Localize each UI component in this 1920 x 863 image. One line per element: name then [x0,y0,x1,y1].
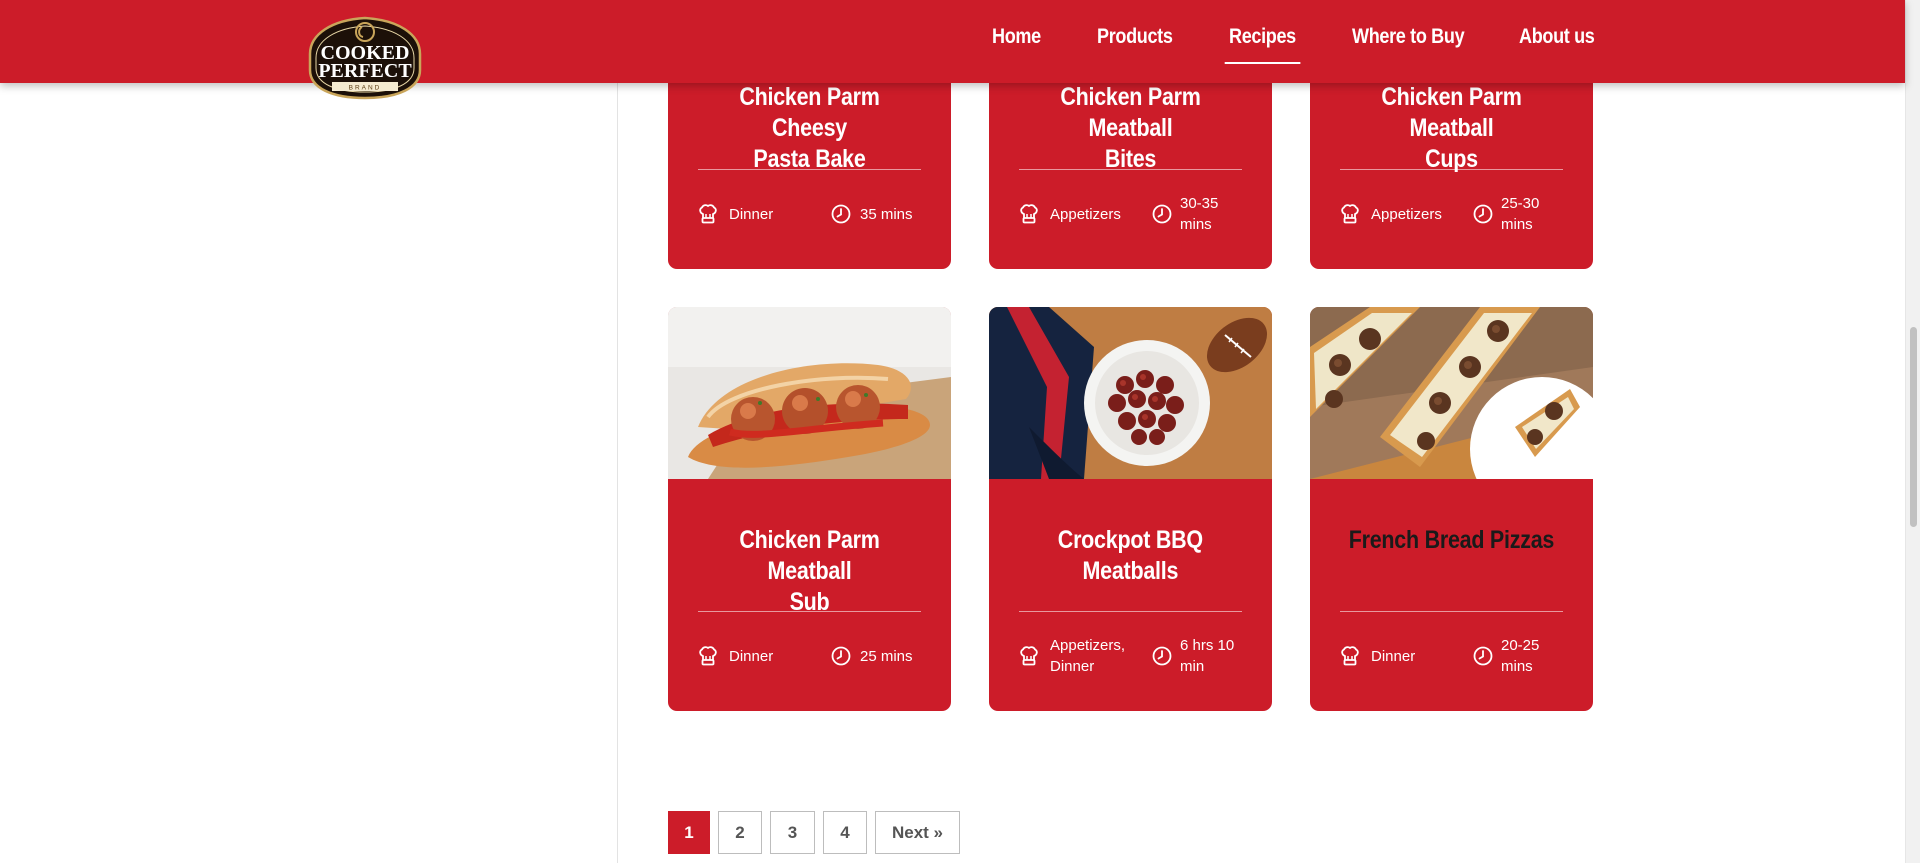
recipe-title[interactable]: Chicken Parm Meatball Cups [1324,82,1579,175]
chef-hat-icon [1018,203,1040,225]
recipe-time: 30-35 mins [1180,195,1219,233]
recipe-category: Dinner [729,206,774,223]
page-3-button[interactable]: 3 [770,811,815,854]
page-4-button[interactable]: 4 [823,811,867,854]
recipe-category: Appetizers [1371,206,1442,223]
recipe-title[interactable]: Crockpot BBQ Meatballs [1003,525,1258,587]
recipe-category: Appetizers, Dinner [1050,637,1126,675]
clock-icon [1472,203,1494,225]
page: Home Products Recipes Where to Buy About… [0,0,1920,863]
clock-icon [1472,645,1494,667]
recipe-title[interactable]: Chicken Parm Meatball Bites [1003,82,1258,175]
french-bread-pizza-photo[interactable] [1310,307,1593,479]
recipe-title[interactable]: Chicken Parm Meatball Sub [682,525,937,618]
site-header: Home Products Recipes Where to Buy About… [0,0,1905,83]
nav-products[interactable]: Products [1097,25,1173,49]
recipe-category: Appetizers [1050,206,1121,223]
sidebar-divider [617,83,618,863]
recipe-card[interactable]: Chicken Parm Meatball Sub Dinner 25 mins [668,307,951,711]
meatball-sub-photo[interactable] [668,307,951,479]
card-divider [1340,169,1563,170]
card-divider [1340,611,1563,612]
recipe-time: 20-25 mins [1501,637,1540,675]
chef-hat-icon [697,203,719,225]
brand-logo[interactable]: COOKED PERFECT BRAND [302,12,428,100]
clock-icon [830,203,852,225]
svg-text:PERFECT: PERFECT [318,60,412,82]
recipe-title[interactable]: French Bread Pizzas [1324,525,1579,556]
recipe-time: 6 hrs 10 min [1180,637,1235,675]
chef-hat-icon [1018,645,1040,667]
card-divider [1019,169,1242,170]
card-divider [1019,611,1242,612]
scrollbar-thumb[interactable] [1910,327,1917,527]
chef-hat-icon [1339,645,1361,667]
card-divider [698,169,921,170]
clock-icon [1151,645,1173,667]
nav-where-to-buy[interactable]: Where to Buy [1352,25,1465,49]
recipe-card[interactable]: French Bread Pizzas Dinner 20-25 mins [1310,307,1593,711]
recipe-category: Dinner [729,648,774,665]
recipe-time: 25 mins [860,648,913,665]
clock-icon [830,645,852,667]
recipe-category: Dinner [1371,648,1416,665]
clock-icon [1151,203,1173,225]
nav-recipes[interactable]: Recipes [1224,25,1300,64]
nav-about-us[interactable]: About us [1519,25,1595,49]
nav-home[interactable]: Home [992,25,1041,49]
recipe-time: 35 mins [860,206,913,223]
chef-hat-icon [697,645,719,667]
recipe-time: 25-30 mins [1501,195,1540,233]
recipe-card[interactable]: Crockpot BBQ Meatballs Appetizers, Dinner … [989,307,1272,711]
card-divider [698,611,921,612]
page-1-button[interactable]: 1 [668,811,710,854]
next-page-button[interactable]: Next » [875,811,960,854]
page-scrollbar[interactable] [1905,0,1920,863]
chef-hat-icon [1339,203,1361,225]
svg-text:BRAND: BRAND [349,85,382,92]
recipe-title[interactable]: Chicken Parm Cheesy Pasta Bake [682,82,937,175]
bbq-meatballs-photo[interactable] [989,307,1272,479]
page-2-button[interactable]: 2 [718,811,762,854]
